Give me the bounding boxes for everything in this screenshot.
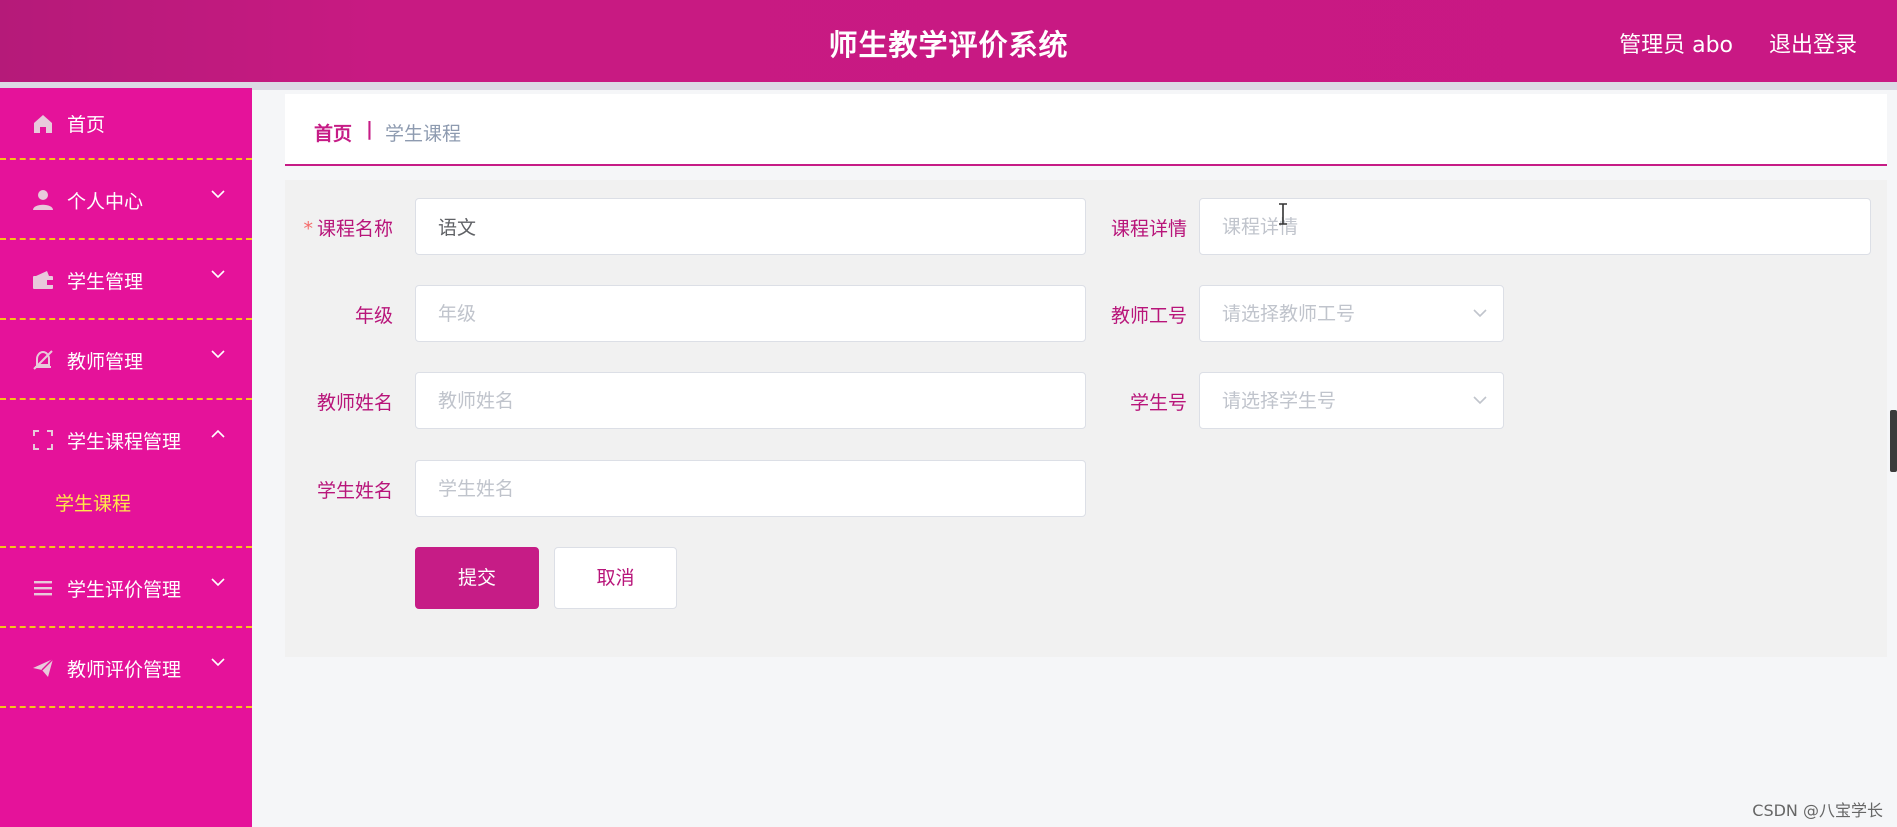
chevron-up-icon: [211, 429, 225, 438]
teacher-name-label: 教师姓名: [316, 392, 393, 414]
course-detail-label: 课程详情: [1110, 218, 1187, 240]
course-name-input[interactable]: [415, 198, 1086, 255]
sidebar-item-course-management[interactable]: 学生课程管理: [0, 400, 252, 471]
teacher-name-input[interactable]: [415, 372, 1086, 429]
student-name-input[interactable]: [415, 460, 1086, 517]
submit-button[interactable]: 提交: [415, 547, 539, 609]
chevron-down-icon: [211, 350, 225, 359]
scrollbar-thumb[interactable]: [1890, 410, 1897, 472]
teacher-id-input[interactable]: [1199, 285, 1504, 342]
breadcrumb-current: 学生课程: [385, 123, 462, 145]
course-submenu: 学生课程: [0, 471, 252, 548]
course-detail-input[interactable]: [1199, 198, 1871, 255]
user-icon: [33, 190, 53, 210]
course-form: *课程名称 课程详情 年级 教师工号 教师姓名 学生号 学生姓名 提交 取消: [285, 180, 1887, 657]
bell-off-icon: [33, 350, 53, 370]
cancel-button[interactable]: 取消: [554, 547, 677, 609]
student-name-label: 学生姓名: [316, 480, 393, 502]
chevron-down-icon: [211, 270, 225, 279]
teacher-id-select[interactable]: [1199, 285, 1504, 342]
chevron-down-icon: [211, 190, 225, 199]
sidebar-item-label: 学生课程管理: [67, 431, 182, 453]
student-id-label: 学生号: [1129, 392, 1187, 414]
send-icon: [33, 658, 54, 677]
sidebar-item-profile[interactable]: 个人中心: [0, 160, 252, 240]
grade-input[interactable]: [415, 285, 1086, 342]
sidebar-item-label: 首页: [67, 114, 106, 136]
breadcrumb-separator: |: [366, 118, 373, 140]
sidebar-item-teacher-evaluation[interactable]: 教师评价管理: [0, 628, 252, 708]
course-name-label-text: 课程名称: [316, 218, 393, 240]
header-divider: [0, 82, 1897, 90]
text-cursor-icon: [1279, 203, 1287, 225]
sidebar-item-label: 教师管理: [67, 351, 144, 373]
sidebar-item-student-evaluation[interactable]: 学生评价管理: [0, 548, 252, 628]
sidebar-item-students[interactable]: 学生管理: [0, 240, 252, 320]
student-id-select[interactable]: [1199, 372, 1504, 429]
list-icon: [34, 581, 52, 596]
chevron-down-icon: [211, 578, 225, 587]
student-id-input[interactable]: [1199, 372, 1504, 429]
sidebar-item-home[interactable]: 首页: [0, 88, 252, 160]
teacher-id-label: 教师工号: [1110, 305, 1187, 327]
top-header: 师生教学评价系统 管理员 abo 退出登录: [0, 0, 1897, 82]
chevron-down-icon: [211, 658, 225, 667]
sidebar-item-teachers[interactable]: 教师管理: [0, 320, 252, 400]
sidebar-item-label: 教师评价管理: [67, 659, 182, 681]
logout-link[interactable]: 退出登录: [1769, 27, 1857, 59]
app-title: 师生教学评价系统: [828, 28, 1069, 62]
sidebar-subitem-student-course[interactable]: 学生课程: [55, 489, 131, 516]
sidebar-item-label: 学生评价管理: [67, 579, 182, 601]
sidebar: 首页 个人中心 学生管理 教师管理 学生课程管理 学生课程 学生评价管理 教师评…: [0, 88, 252, 827]
course-name-label: * 课程名称: [303, 214, 393, 241]
wallet-icon: [33, 271, 53, 289]
required-mark: *: [303, 218, 313, 240]
sidebar-item-label: 个人中心: [67, 191, 144, 213]
watermark: CSDN @八宝学长: [1752, 801, 1883, 820]
fullscreen-icon: [33, 430, 53, 450]
grade-label: 年级: [354, 305, 393, 327]
home-icon: [34, 115, 52, 133]
current-user: 管理员 abo: [1619, 33, 1733, 58]
sidebar-item-label: 学生管理: [67, 271, 144, 293]
breadcrumb: 首页 | 学生课程: [285, 94, 1887, 166]
breadcrumb-home[interactable]: 首页: [314, 119, 352, 146]
